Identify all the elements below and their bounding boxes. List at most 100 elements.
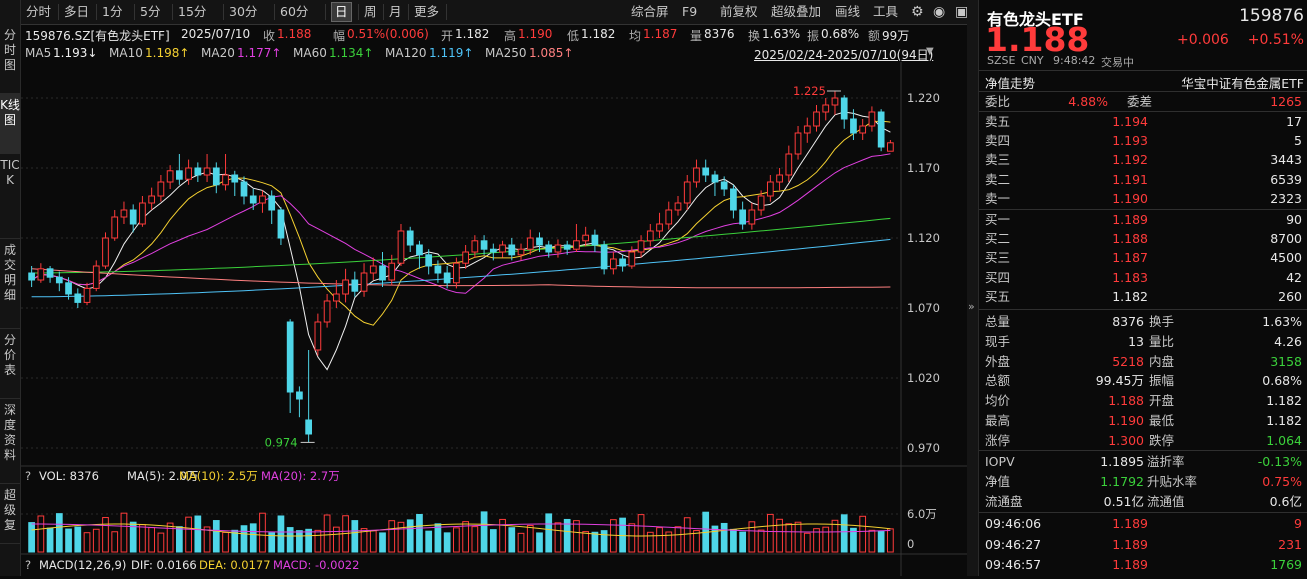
toolbar-action-2[interactable]: 前复权	[720, 3, 758, 21]
ma-value-2: 1.177↑	[237, 46, 282, 60]
candle	[397, 224, 405, 266]
eye-icon[interactable]: ◉	[933, 3, 945, 21]
vol-bar	[554, 522, 562, 553]
tick-volume: 9	[1294, 516, 1302, 531]
book-row-bids-3[interactable]: 买四 1.183 42	[979, 268, 1307, 287]
toolbar-divider	[358, 4, 359, 20]
candle	[305, 350, 313, 443]
macd-dif: DIF: 0.0166	[131, 558, 197, 572]
candle	[406, 226, 414, 252]
left-tab-3[interactable]: 成交明细	[0, 239, 20, 329]
candle	[323, 294, 331, 328]
period-7[interactable]: 日	[331, 2, 352, 22]
period-3[interactable]: 5分	[140, 3, 160, 21]
candle	[859, 119, 867, 140]
candle	[748, 203, 756, 230]
book-price: 1.194	[1112, 114, 1148, 129]
stat-label: 总量	[985, 314, 1011, 329]
left-tab-0[interactable]: 分时图	[0, 24, 20, 94]
info-amt: 99万	[882, 29, 910, 43]
vol-bar	[628, 523, 636, 553]
period-5[interactable]: 30分	[229, 3, 257, 21]
toolbar-divider	[96, 4, 97, 20]
candle	[702, 159, 710, 182]
vol-bar	[582, 531, 590, 553]
vol-bar	[102, 517, 109, 553]
period-2[interactable]: 1分	[102, 3, 122, 21]
vol-bar	[489, 529, 497, 553]
wb-label: 委比	[985, 94, 1011, 109]
panel-splitter[interactable]: »	[967, 0, 978, 576]
candle	[776, 168, 783, 191]
stat-label: 总额	[985, 373, 1011, 389]
date-range[interactable]: 2025/02/24-2025/07/10(94日)	[754, 46, 933, 63]
vol-bar	[166, 522, 174, 553]
fund-row: 流通盘 0.51亿 流通值 0.6亿	[979, 492, 1307, 511]
vol-bar	[92, 528, 100, 553]
vol-bar	[249, 523, 257, 553]
kline-chart-area[interactable]: 1.220 1.170 1.120 1.070 1.020 0.970 1.225 0.974…	[21, 62, 967, 576]
vol-bar	[877, 530, 885, 553]
toolbar-action-1[interactable]: F9	[682, 3, 697, 21]
book-level: 买四	[985, 269, 1011, 285]
book-row-asks-0[interactable]: 卖五 1.194 17	[979, 112, 1307, 131]
kline-chart-svg[interactable]: 1.220 1.170 1.120 1.070 1.020 0.970 1.225 0.974…	[21, 62, 967, 576]
book-level: 买二	[985, 231, 1011, 247]
tick-price: 1.189	[1112, 516, 1148, 531]
vol-bar	[591, 531, 599, 553]
candle	[351, 271, 359, 297]
book-row-asks-2[interactable]: 卖三 1.192 3443	[979, 150, 1307, 169]
book-row-bids-0[interactable]: 买一 1.189 90	[979, 210, 1307, 229]
vol-bar	[868, 529, 876, 553]
book-row-asks-4[interactable]: 卖一 1.190 2323	[979, 189, 1307, 208]
stat-value: 99.45万	[1095, 373, 1144, 389]
help-icon[interactable]: ?	[25, 469, 31, 483]
toolbar-action-5[interactable]: 工具	[873, 3, 898, 21]
book-level: 买一	[985, 212, 1011, 227]
toolbar-action-3[interactable]: 超级叠加	[771, 3, 821, 21]
period-6[interactable]: 60分	[280, 3, 308, 21]
left-tab-4[interactable]: 分价表	[0, 329, 20, 399]
toolbar-action-0[interactable]: 综合屏	[631, 3, 669, 21]
period-1[interactable]: 多日	[64, 3, 89, 21]
book-row-bids-2[interactable]: 买三 1.187 4500	[979, 248, 1307, 267]
stat-row: 最高 1.190 最低 1.182	[979, 411, 1307, 430]
fund-value: 0.51亿	[1103, 493, 1144, 509]
vol-bar	[194, 515, 202, 553]
vol-bar	[332, 526, 340, 553]
period-4[interactable]: 15分	[178, 3, 206, 21]
macd-help-icon[interactable]: ?	[25, 558, 31, 572]
book-row-asks-3[interactable]: 卖二 1.191 6539	[979, 170, 1307, 189]
price-tick: 1.070	[907, 301, 940, 315]
period-8[interactable]: 周	[364, 3, 377, 21]
left-tab-1[interactable]: K线图	[0, 94, 20, 154]
vol-bar	[175, 526, 183, 553]
left-tab-5[interactable]: 深度资料	[0, 399, 20, 484]
toolbar-action-4[interactable]: 画线	[835, 3, 860, 21]
range-dropdown-icon[interactable]: ▼	[926, 46, 934, 57]
left-tab-6[interactable]: 超级复	[0, 484, 20, 544]
ma-value-0: 1.193↓	[53, 46, 98, 60]
vol-bar	[157, 532, 165, 553]
book-volume: 5	[1294, 133, 1302, 149]
left-tab-2[interactable]: TICK	[0, 154, 20, 239]
period-0[interactable]: 分时	[26, 3, 51, 21]
vol-tick-zero: 0	[907, 537, 914, 551]
book-row-bids-1[interactable]: 买二 1.188 8700	[979, 229, 1307, 248]
ma20-line	[31, 153, 891, 294]
period-10[interactable]: 更多	[414, 3, 439, 21]
nav-tab[interactable]: 净值走势	[985, 73, 1035, 92]
book-row-asks-1[interactable]: 卖四 1.193 5	[979, 131, 1307, 150]
info-vol: 8376	[704, 27, 735, 41]
period-9[interactable]: 月	[389, 3, 402, 21]
vol-bar	[139, 524, 146, 553]
book-level: 卖一	[985, 190, 1011, 206]
collapse-icon[interactable]: »	[968, 300, 975, 313]
book-volume: 4500	[1270, 250, 1302, 266]
vol-bar	[443, 532, 451, 553]
gear-icon[interactable]: ⚙	[911, 3, 924, 21]
book-row-bids-4[interactable]: 买五 1.182 260	[979, 287, 1307, 306]
tick-volume: 231	[1278, 536, 1302, 552]
info-turn-label: 换	[748, 29, 761, 43]
candle	[840, 95, 848, 129]
